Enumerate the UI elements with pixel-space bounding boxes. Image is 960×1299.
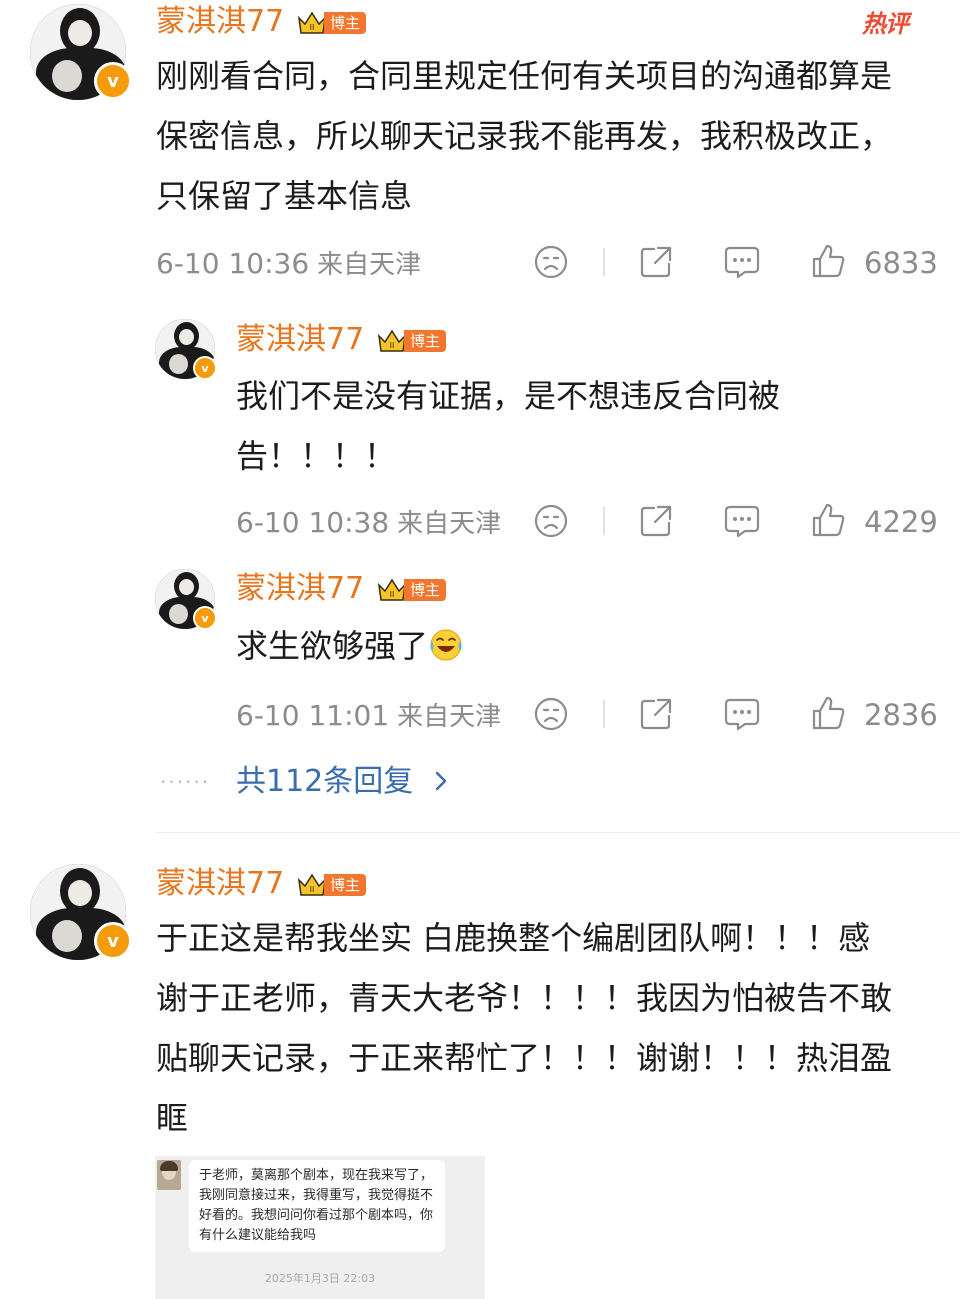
like-count: 6833 xyxy=(864,246,938,280)
more-replies-label: 共112条回复 xyxy=(236,764,414,799)
share-icon[interactable] xyxy=(638,244,674,280)
comment-bubble-icon[interactable] xyxy=(723,696,761,732)
verified-icon: v xyxy=(193,356,217,380)
author-name[interactable]: 蒙淇淇77 xyxy=(156,864,284,904)
badge-label: 博主 xyxy=(324,874,367,896)
comment-separator xyxy=(156,832,960,833)
frown-face-icon[interactable] xyxy=(533,696,569,732)
author-name[interactable]: 蒙淇淇77 xyxy=(236,320,364,360)
chat-message-bubble: 于老师，莫离那个剧本，现在我来写了，我刚同意接过来，我得重写，我觉得挺不好看的。… xyxy=(189,1160,445,1252)
svg-text:II: II xyxy=(310,885,315,894)
blogger-badge: II 博主 xyxy=(296,10,367,36)
reply-source: 来自天津 xyxy=(397,509,502,539)
reply-time: 6-10 10:38 xyxy=(236,506,390,539)
hot-comment-label: 热评 xyxy=(862,10,909,38)
reply-meta: 6-10 10:38 来自天津 xyxy=(236,503,501,544)
divider xyxy=(603,507,605,535)
reply-meta: 6-10 11:01 来自天津 xyxy=(236,696,501,737)
verified-icon: v xyxy=(94,922,132,960)
thumb-up-icon[interactable] xyxy=(810,501,846,539)
divider xyxy=(603,700,605,728)
frown-face-icon[interactable] xyxy=(533,244,569,280)
chat-avatar xyxy=(157,1160,181,1190)
like-count: 2836 xyxy=(864,698,938,732)
blogger-badge: II 博主 xyxy=(296,872,367,898)
author-name[interactable]: 蒙淇淇77 xyxy=(236,569,364,609)
badge-label: 博主 xyxy=(324,12,367,34)
verified-icon: v xyxy=(94,62,132,100)
reply-text: 我们不是没有证据，是不想违反合同被告！！！！ xyxy=(236,377,781,475)
more-replies-link[interactable]: 共112条回复 xyxy=(236,762,451,802)
share-icon[interactable] xyxy=(638,503,674,539)
avatar[interactable]: v xyxy=(155,319,217,380)
avatar[interactable]: v xyxy=(30,864,132,960)
frown-face-icon[interactable] xyxy=(533,503,569,539)
avatar[interactable]: v xyxy=(155,569,217,630)
thumb-up-icon[interactable] xyxy=(810,694,846,732)
verified-icon: v xyxy=(193,606,217,630)
thumb-up-icon[interactable] xyxy=(810,242,846,280)
reply-text: 求生欲够强了 xyxy=(236,616,856,676)
avatar[interactable]: v xyxy=(30,4,132,100)
chat-timestamp: 2025年1月3日 22:03 xyxy=(264,1272,376,1285)
comment-bubble-icon[interactable] xyxy=(723,503,761,539)
reply-time: 6-10 11:01 xyxy=(236,699,390,732)
comment-text: 于正这是帮我坐实 白鹿换整个编剧团队啊！！！感谢于正老师，青天大老爷！！！！我因… xyxy=(156,919,893,1137)
share-icon[interactable] xyxy=(638,696,674,732)
like-count: 4229 xyxy=(864,505,938,539)
comment-meta: 6-10 10:36 来自天津 xyxy=(156,244,421,285)
comment-source: 来自天津 xyxy=(317,250,422,280)
reply-text-content: 求生欲够强了 xyxy=(236,627,429,665)
svg-text:II: II xyxy=(390,341,395,350)
comment-time: 6-10 10:36 xyxy=(156,247,310,280)
chat-screenshot-image[interactable]: 于老师，莫离那个剧本，现在我来写了，我刚同意接过来，我得重写，我觉得挺不好看的。… xyxy=(155,1156,485,1299)
laugh-cry-emoji xyxy=(430,629,462,661)
blogger-badge: II 博主 xyxy=(376,328,447,354)
comment-bubble-icon[interactable] xyxy=(723,244,761,280)
svg-text:II: II xyxy=(310,23,315,32)
badge-label: 博主 xyxy=(404,579,447,601)
reply-source: 来自天津 xyxy=(397,702,502,732)
divider xyxy=(603,248,605,276)
chevron-right-icon xyxy=(435,771,447,791)
comment-text: 刚刚看合同，合同里规定任何有关项目的沟通都算是保密信息，所以聊天记录我不能再发，… xyxy=(156,57,893,215)
badge-label: 博主 xyxy=(404,330,447,352)
blogger-badge: II 博主 xyxy=(376,577,447,603)
svg-text:II: II xyxy=(390,590,395,599)
dots-icon: ······ xyxy=(160,770,211,794)
author-name[interactable]: 蒙淇淇77 xyxy=(156,2,284,42)
